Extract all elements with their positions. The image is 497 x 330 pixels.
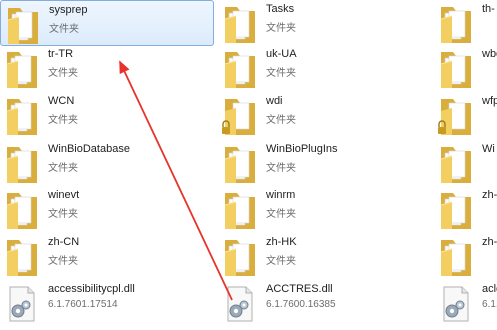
file-item[interactable]: zh- (434, 233, 497, 279)
file-item[interactable]: uk-UA 文件夹 (218, 45, 430, 91)
folder-icon (222, 236, 258, 278)
folder-icon (438, 143, 474, 185)
file-name: Wi (482, 143, 495, 155)
file-type: 文件夹 (266, 115, 296, 126)
file-type: 文件夹 (48, 163, 78, 174)
file-type: 文件夹 (48, 256, 78, 267)
folder-icon (222, 3, 258, 45)
file-item[interactable]: sysprep 文件夹 (0, 0, 214, 46)
file-item[interactable]: zh-HK 文件夹 (218, 233, 430, 279)
folder-icon (438, 189, 474, 231)
file-item[interactable]: accessibilitycpl.dll 6.1.7601.17514 (0, 280, 214, 326)
file-item[interactable]: WinBioDatabase 文件夹 (0, 140, 214, 186)
file-item[interactable]: wdi 文件夹 (218, 92, 430, 138)
file-name: sysprep (49, 4, 88, 16)
file-item[interactable]: winevt 文件夹 (0, 186, 214, 232)
file-type: 文件夹 (48, 209, 78, 220)
file-type: 文件夹 (49, 24, 79, 35)
file-name: wdi (266, 95, 283, 107)
folder-icon (5, 4, 41, 46)
file-name: Tasks (266, 3, 295, 15)
locked-folder-icon (438, 95, 474, 137)
file-name: zh-HK (266, 236, 297, 248)
file-item[interactable]: wfp (434, 92, 497, 138)
file-item[interactable]: WinBioPlugIns 文件夹 (218, 140, 430, 186)
file-name: tr-TR (48, 48, 74, 60)
locked-folder-icon (222, 95, 258, 137)
folder-icon (4, 48, 40, 90)
file-item[interactable]: ACCTRES.dll 6.1.7600.16385 (218, 280, 430, 326)
file-type: 6.1.7600.16385 (266, 299, 336, 310)
file-item[interactable]: zh-CN 文件夹 (0, 233, 214, 279)
file-name: WinBioDatabase (48, 143, 130, 155)
file-item[interactable]: th- (434, 0, 497, 46)
file-type: 文件夹 (266, 23, 296, 34)
folder-icon (222, 189, 258, 231)
file-name: winevt (48, 189, 80, 201)
file-name: zh- (482, 236, 497, 248)
folder-icon (222, 143, 258, 185)
dll-file-icon (4, 283, 40, 325)
file-item[interactable]: wbe (434, 45, 497, 91)
folder-icon (438, 48, 474, 90)
file-item[interactable]: acle 6.1. (434, 280, 497, 326)
file-name: wfp (482, 95, 497, 107)
file-type: 文件夹 (48, 68, 78, 79)
file-name: wbe (482, 48, 497, 60)
dll-file-icon (222, 283, 258, 325)
file-item[interactable]: zh- (434, 186, 497, 232)
folder-icon (4, 95, 40, 137)
folder-icon (4, 236, 40, 278)
file-name: zh-CN (48, 236, 80, 248)
file-name: winrm (266, 189, 296, 201)
file-item[interactable]: Tasks 文件夹 (218, 0, 430, 46)
dll-file-icon (438, 283, 474, 325)
file-name: WinBioPlugIns (266, 143, 338, 155)
file-item[interactable]: WCN 文件夹 (0, 92, 214, 138)
file-name: accessibilitycpl.dll (48, 283, 135, 295)
file-type: 文件夹 (266, 256, 296, 267)
file-name: zh- (482, 189, 497, 201)
file-type: 6.1.7601.17514 (48, 299, 118, 310)
file-item[interactable]: Wi (434, 140, 497, 186)
file-name: acle (482, 283, 497, 295)
file-name: th- (482, 3, 495, 15)
file-name: WCN (48, 95, 75, 107)
file-type: 6.1. (482, 299, 497, 310)
file-name: ACCTRES.dll (266, 283, 333, 295)
folder-icon (222, 48, 258, 90)
folder-icon (4, 189, 40, 231)
file-item[interactable]: winrm 文件夹 (218, 186, 430, 232)
file-name: uk-UA (266, 48, 297, 60)
file-item[interactable]: tr-TR 文件夹 (0, 45, 214, 91)
file-type: 文件夹 (266, 163, 296, 174)
folder-icon (4, 143, 40, 185)
file-type: 文件夹 (266, 68, 296, 79)
file-type: 文件夹 (48, 115, 78, 126)
file-type: 文件夹 (266, 209, 296, 220)
folder-icon (438, 3, 474, 45)
folder-icon (438, 236, 474, 278)
